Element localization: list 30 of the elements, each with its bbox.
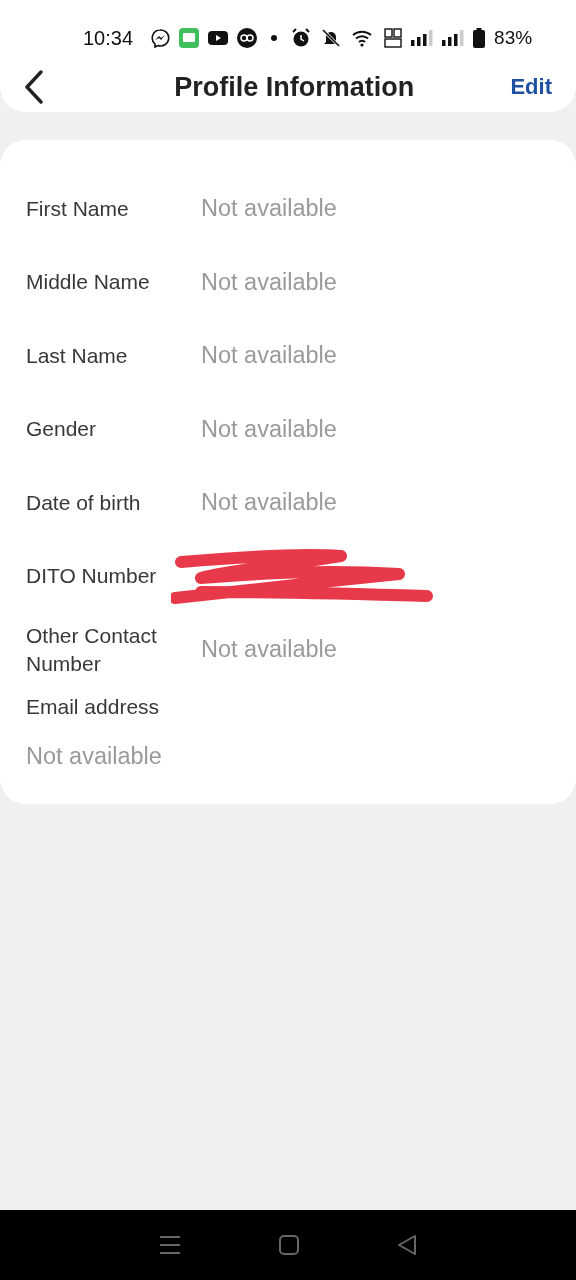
field-value: Not available <box>201 342 337 370</box>
chat-app-icon <box>179 28 200 48</box>
field-label: Middle Name <box>26 269 151 296</box>
youtube-icon <box>208 30 229 46</box>
field-label: Email address <box>26 693 161 720</box>
alarm-icon <box>291 28 312 48</box>
field-value: Not available <box>201 489 337 517</box>
page-title: Profile Information <box>174 71 415 103</box>
field-label: Gender <box>26 416 98 443</box>
status-time: 10:34 <box>83 26 134 50</box>
messenger-icon <box>150 28 171 48</box>
field-value: Not available <box>201 636 337 664</box>
field-value: Not available <box>201 268 337 296</box>
signal-icon <box>411 30 434 46</box>
menu-icon[interactable] <box>159 1235 181 1255</box>
field-value: Not available <box>201 195 337 223</box>
field-label: Date of birth <box>26 489 142 516</box>
field-label: DITO Number <box>26 563 158 590</box>
field-value: Not available <box>201 415 337 443</box>
home-icon[interactable] <box>279 1235 299 1255</box>
back-icon[interactable] <box>397 1234 417 1256</box>
field-label: Other Contact Number <box>26 622 158 677</box>
edit-button[interactable]: Edit <box>510 74 552 100</box>
battery-icon <box>473 28 486 48</box>
battery-percentage: 83% <box>494 27 533 49</box>
field-value: Not available <box>26 742 162 770</box>
signal-icon <box>442 30 465 46</box>
muted-bell-icon <box>320 28 343 48</box>
field-label: First Name <box>26 195 130 222</box>
field-label: Last Name <box>26 342 129 369</box>
